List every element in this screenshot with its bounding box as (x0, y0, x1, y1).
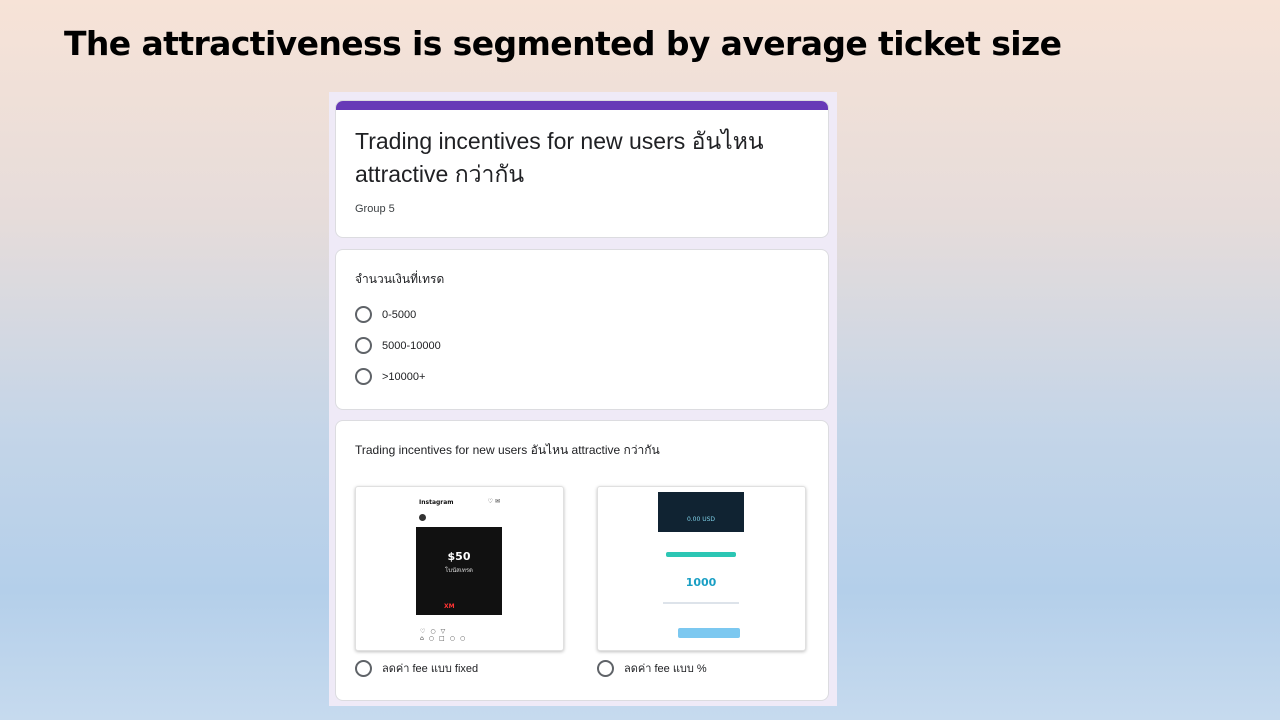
ad-subtitle: โบนัสเทรด (445, 567, 473, 574)
ad-amount: $50 (447, 550, 471, 563)
radio-button[interactable] (355, 659, 372, 677)
instagram-header: Instagram ♡ ✉ (416, 492, 502, 522)
radio-button[interactable] (355, 306, 372, 323)
radio-label: ลดค่า fee แบบ % (624, 663, 707, 675)
ad-brand-logo: XM (444, 603, 455, 610)
form-header-card: Trading incentives for new users อันไหน … (335, 100, 829, 238)
app-promo-strip (666, 552, 736, 557)
option-image-percent-fee: 0.00 USD 1000 (597, 486, 806, 651)
app-balance-header: 0.00 USD (658, 492, 744, 532)
question-title: Trading incentives for new users อันไหน … (355, 443, 660, 457)
question-card-amount: จำนวนเงินที่เทรด 0-5000 5000-10000 >1000… (335, 249, 829, 410)
radio-label: 0-5000 (382, 308, 417, 321)
divider (663, 602, 739, 604)
trading-app-screenshot: 0.00 USD 1000 (658, 492, 744, 645)
avatar (419, 514, 426, 521)
instagram-ad-screenshot: Instagram ♡ ✉ $50 โบนัสเทรด XM ♡○▽ ⌂○□○○ (416, 492, 502, 645)
google-form-screenshot: Trading incentives for new users อันไหน … (329, 92, 837, 706)
app-balance: 0.00 USD (686, 516, 716, 523)
radio-label: ลดค่า fee แบบ fixed (382, 663, 479, 675)
instagram-nav-icons: ♡○▽ ⌂○□○○ (420, 628, 471, 642)
question-title: จำนวนเงินที่เทรด (355, 272, 445, 286)
radio-option-0-5000[interactable]: 0-5000 (355, 306, 416, 323)
option-image-fixed-fee: Instagram ♡ ✉ $50 โบนัสเทรด XM ♡○▽ ⌂○□○○ (355, 486, 564, 651)
radio-option-percent-fee[interactable]: ลดค่า fee แบบ % (597, 659, 707, 677)
form-description: Group 5 (355, 203, 395, 215)
slide-title: The attractiveness is segmented by avera… (64, 24, 1062, 63)
instagram-logo: Instagram (419, 499, 454, 506)
app-amount: 1000 (685, 576, 717, 589)
radio-option-10000-plus[interactable]: >10000+ (355, 368, 425, 385)
radio-option-5000-10000[interactable]: 5000-10000 (355, 337, 441, 354)
radio-label: >10000+ (382, 370, 426, 383)
radio-button[interactable] (355, 368, 372, 385)
form-accent-bar (336, 101, 828, 110)
question-card-incentives: Trading incentives for new users อันไหน … (335, 420, 829, 701)
app-confirm-button (678, 628, 740, 638)
form-title: Trading incentives for new users อันไหน … (355, 128, 764, 187)
radio-button[interactable] (597, 659, 614, 677)
radio-option-fixed-fee[interactable]: ลดค่า fee แบบ fixed (355, 659, 478, 677)
xm-bonus-ad: $50 โบนัสเทรด XM (416, 527, 502, 615)
instagram-actions-icon: ♡ ✉ (487, 498, 500, 505)
radio-label: 5000-10000 (382, 339, 441, 352)
radio-button[interactable] (355, 337, 372, 354)
